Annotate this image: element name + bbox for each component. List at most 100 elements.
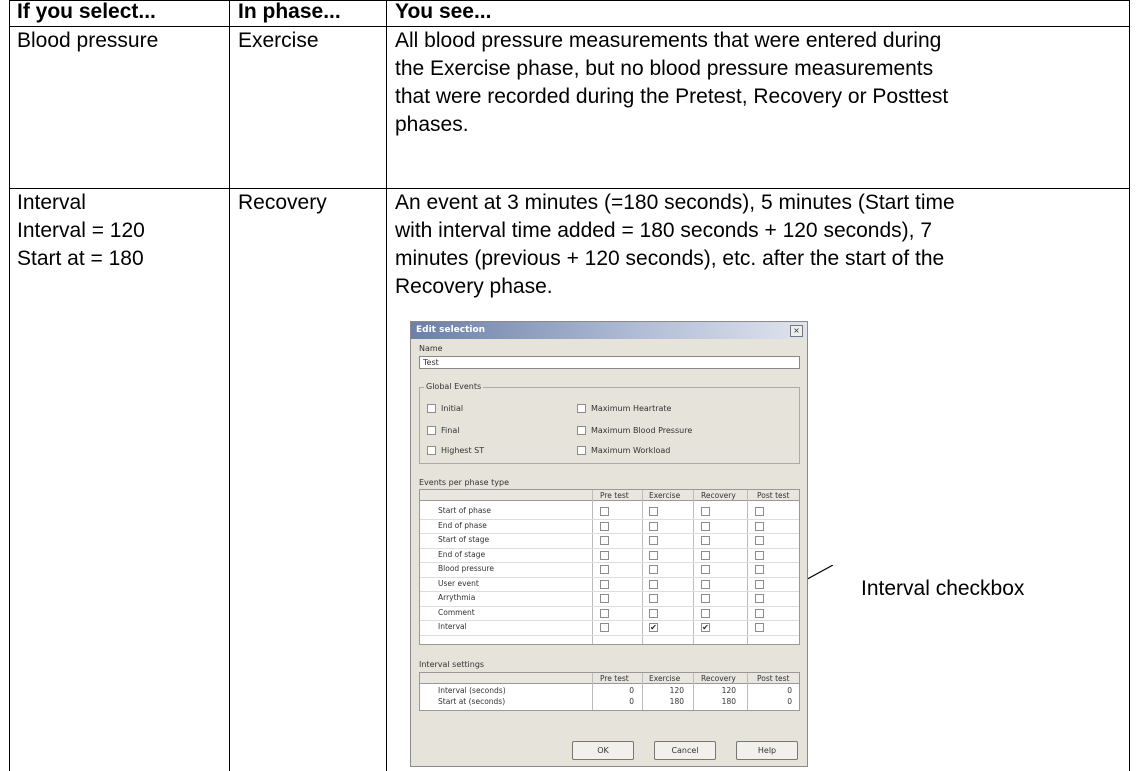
event-start-of-phase-post-test-checkbox[interactable] bbox=[755, 507, 764, 516]
event-end-of-phase-exercise-checkbox[interactable] bbox=[649, 521, 658, 531]
row1-select: Blood pressure bbox=[17, 29, 159, 52]
event-blood-pressure-recovery-checkbox[interactable] bbox=[701, 565, 710, 574]
interval-value-cell[interactable]: 0 bbox=[604, 686, 634, 695]
row2-select-line: Interval bbox=[17, 191, 86, 214]
event-user-event-exercise-checkbox[interactable] bbox=[649, 579, 658, 589]
event-end-of-phase-pre-test-checkbox[interactable] bbox=[600, 521, 609, 531]
row1-description-line: that were recorded during the Pretest, R… bbox=[395, 85, 949, 108]
event-blood-pressure-exercise-checkbox[interactable] bbox=[649, 565, 658, 574]
interval-value-cell[interactable]: 180 bbox=[654, 697, 684, 706]
col-post-test: Post test bbox=[757, 491, 790, 500]
event-user-event-pre-test-checkbox[interactable] bbox=[600, 579, 609, 589]
event-end-of-phase-post-test-checkbox[interactable] bbox=[755, 521, 764, 531]
event-start-of-stage-post-test-checkbox[interactable] bbox=[755, 536, 764, 545]
event-interval-recovery-checkbox[interactable]: ✔ bbox=[701, 623, 710, 632]
event-interval-post-test-checkbox[interactable] bbox=[755, 623, 764, 632]
grid-row-divider bbox=[420, 591, 799, 592]
event-end-of-stage-post-test-checkbox[interactable] bbox=[755, 550, 764, 560]
column1-divider bbox=[229, 0, 230, 771]
table-right-border bbox=[1129, 0, 1130, 771]
row2-description-line: Recovery phase. bbox=[395, 275, 553, 298]
col-pre-test: Pre test bbox=[600, 674, 629, 683]
global-events-label: Global Events bbox=[424, 382, 484, 391]
event-start-of-phase-exercise-checkbox[interactable] bbox=[649, 507, 658, 516]
row2-description-line: with interval time added = 180 seconds +… bbox=[395, 219, 932, 242]
interval-row-label: Interval (seconds) bbox=[438, 686, 506, 695]
event-start-of-stage-exercise-checkbox[interactable] bbox=[649, 536, 658, 545]
grid-row-divider bbox=[420, 620, 799, 621]
grid-row-divider bbox=[420, 518, 799, 520]
grid-row-divider bbox=[420, 547, 799, 549]
interval-value-cell[interactable]: 180 bbox=[706, 697, 736, 706]
event-comment-post-test-checkbox[interactable] bbox=[755, 608, 764, 618]
callout-interval-checkbox-label: Interval checkbox bbox=[861, 577, 1025, 600]
event-interval-exercise-checkbox[interactable]: ✔ bbox=[649, 623, 658, 632]
event-user-event-recovery-checkbox[interactable] bbox=[701, 579, 710, 589]
row1-description-line: the Exercise phase, but no blood pressur… bbox=[395, 57, 934, 80]
event-start-of-phase-pre-test-checkbox[interactable] bbox=[600, 507, 609, 516]
interval-value-cell[interactable]: 0 bbox=[604, 697, 634, 706]
event-interval-pre-test-checkbox[interactable] bbox=[600, 623, 609, 632]
event-row-label: Arrythmia bbox=[438, 593, 476, 602]
cancel-button[interactable]: Cancel bbox=[654, 741, 716, 760]
maximum-heartrate-checkbox[interactable] bbox=[577, 404, 586, 413]
event-arrythmia-exercise-checkbox[interactable] bbox=[649, 594, 658, 603]
event-blood-pressure-post-test-checkbox[interactable] bbox=[755, 565, 764, 574]
header-you-see: You see... bbox=[395, 0, 492, 23]
grid-divider bbox=[747, 673, 748, 710]
event-row-label: Interval bbox=[438, 622, 467, 631]
dialog-title-bar: Edit selection bbox=[411, 322, 807, 339]
column2-divider bbox=[386, 0, 387, 771]
final-checkbox[interactable] bbox=[427, 426, 436, 435]
maximum-blood-pressure-checkbox[interactable] bbox=[577, 426, 586, 435]
event-end-of-stage-recovery-checkbox[interactable] bbox=[701, 550, 710, 560]
highest-st-label: Highest ST bbox=[441, 446, 485, 455]
event-arrythmia-post-test-checkbox[interactable] bbox=[755, 594, 764, 603]
interval-value-cell[interactable]: 120 bbox=[654, 686, 684, 695]
col-recovery: Recovery bbox=[701, 491, 736, 500]
event-comment-recovery-checkbox[interactable] bbox=[701, 608, 710, 618]
col-recovery: Recovery bbox=[701, 674, 736, 683]
events-per-phase-label: Events per phase type bbox=[419, 478, 510, 487]
row2-description-line: An event at 3 minutes (=180 seconds), 5 … bbox=[395, 191, 955, 214]
maximum-blood-pressure-label: Maximum Blood Pressure bbox=[591, 426, 693, 435]
initial-label: Initial bbox=[441, 404, 464, 413]
final-label: Final bbox=[441, 426, 460, 435]
interval-settings-grid: Pre test Exercise Recovery Post test Int… bbox=[419, 672, 800, 711]
interval-value-cell[interactable]: 0 bbox=[762, 686, 792, 695]
event-start-of-stage-recovery-checkbox[interactable] bbox=[701, 536, 710, 545]
close-icon[interactable]: × bbox=[790, 325, 803, 337]
maximum-workload-checkbox[interactable] bbox=[577, 446, 586, 455]
event-row-label: Blood pressure bbox=[438, 564, 494, 573]
interval-value-cell[interactable]: 0 bbox=[762, 697, 792, 706]
name-label: Name bbox=[419, 344, 443, 353]
event-row-label: User event bbox=[438, 578, 479, 588]
highest-st-checkbox[interactable] bbox=[427, 446, 436, 455]
interval-row-label: Start at (seconds) bbox=[438, 697, 506, 706]
grid-divider bbox=[592, 673, 593, 710]
event-arrythmia-pre-test-checkbox[interactable] bbox=[600, 594, 609, 603]
event-end-of-stage-pre-test-checkbox[interactable] bbox=[600, 550, 609, 560]
event-arrythmia-recovery-checkbox[interactable] bbox=[701, 594, 710, 603]
event-user-event-post-test-checkbox[interactable] bbox=[755, 579, 764, 589]
initial-checkbox[interactable] bbox=[427, 404, 436, 413]
event-blood-pressure-pre-test-checkbox[interactable] bbox=[600, 565, 609, 574]
name-input[interactable]: Test bbox=[419, 356, 800, 369]
event-start-of-phase-recovery-checkbox[interactable] bbox=[701, 507, 710, 516]
col-exercise: Exercise bbox=[649, 674, 681, 683]
help-button[interactable]: Help bbox=[736, 741, 798, 760]
maximum-workload-label: Maximum Workload bbox=[591, 446, 671, 455]
event-end-of-phase-recovery-checkbox[interactable] bbox=[701, 521, 710, 531]
event-end-of-stage-exercise-checkbox[interactable] bbox=[649, 550, 658, 560]
interval-value-cell[interactable]: 120 bbox=[706, 686, 736, 695]
event-row-label: Start of stage bbox=[438, 535, 490, 544]
header-if-you-select: If you select... bbox=[17, 0, 156, 23]
event-comment-pre-test-checkbox[interactable] bbox=[600, 608, 609, 618]
col-post-test: Post test bbox=[757, 674, 790, 683]
event-start-of-stage-pre-test-checkbox[interactable] bbox=[600, 536, 609, 545]
ok-button[interactable]: OK bbox=[572, 741, 634, 760]
grid-divider bbox=[693, 673, 694, 710]
grid-row-divider bbox=[420, 605, 799, 607]
event-comment-exercise-checkbox[interactable] bbox=[649, 608, 658, 618]
row1-phase: Exercise bbox=[238, 29, 319, 52]
